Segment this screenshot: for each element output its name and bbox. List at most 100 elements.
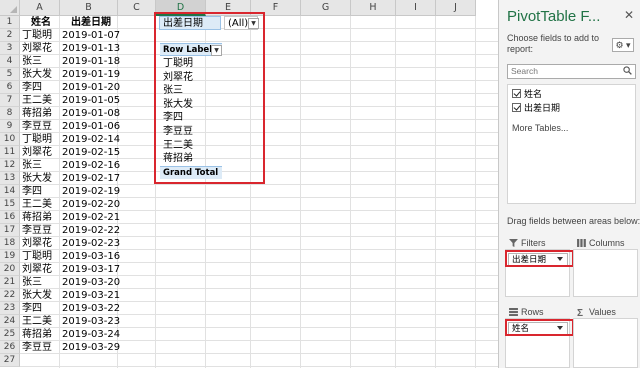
pivot-row-item[interactable]: 蒋招弟 [163,152,223,165]
cell-date[interactable]: 2019-01-07 [62,29,120,42]
cell-name[interactable]: 李四 [22,302,60,315]
cell-name[interactable]: 李豆豆 [22,120,60,133]
cell-date[interactable]: 2019-03-23 [62,315,120,328]
cell-date[interactable]: 2019-02-16 [62,159,120,172]
column-header-e[interactable]: E [206,0,251,16]
rows-chip[interactable]: 姓名 [508,322,568,335]
field-item-name[interactable]: 姓名 [512,88,542,101]
row-header-5[interactable]: 5 [0,68,20,81]
header-cell-name[interactable]: 姓名 [22,16,60,29]
cell-name[interactable]: 丁聪明 [22,133,60,146]
cell-name[interactable]: 丁聪明 [22,250,60,263]
row-header-17[interactable]: 17 [0,224,20,237]
cell-date[interactable]: 2019-03-17 [62,263,120,276]
checkbox-checked-icon[interactable] [512,103,521,112]
gear-icon[interactable]: ⚙ ▾ [612,38,634,52]
column-header-g[interactable]: G [301,0,351,16]
row-header-11[interactable]: 11 [0,146,20,159]
pivot-row-item[interactable]: 王二美 [163,139,223,152]
cell-date[interactable]: 2019-02-22 [62,224,120,237]
cell-name[interactable]: 蒋招弟 [22,211,60,224]
cell-date[interactable]: 2019-02-17 [62,172,120,185]
cell-date[interactable]: 2019-02-15 [62,146,120,159]
row-header-2[interactable]: 2 [0,29,20,42]
row-header-12[interactable]: 12 [0,159,20,172]
cell-name[interactable]: 蒋招弟 [22,107,60,120]
row-header-3[interactable]: 3 [0,42,20,55]
row-header-23[interactable]: 23 [0,302,20,315]
row-header-13[interactable]: 13 [0,172,20,185]
column-header-b[interactable]: B [60,0,118,16]
cell-date[interactable]: 2019-01-18 [62,55,120,68]
cell-date[interactable]: 2019-01-06 [62,120,120,133]
column-header-a[interactable]: A [20,0,60,16]
row-header-20[interactable]: 20 [0,263,20,276]
values-area[interactable] [573,318,638,368]
cell-name[interactable]: 李四 [22,185,60,198]
row-header-1[interactable]: 1 [0,16,20,29]
row-header-19[interactable]: 19 [0,250,20,263]
row-header-18[interactable]: 18 [0,237,20,250]
cell-date[interactable]: 2019-02-19 [62,185,120,198]
search-input[interactable]: Search [507,64,636,79]
more-tables-link[interactable]: More Tables... [512,123,568,133]
cell-name[interactable]: 王二美 [22,315,60,328]
cell-date[interactable]: 2019-01-13 [62,42,120,55]
field-item-date[interactable]: 出差日期 [512,102,560,115]
cell-date[interactable]: 2019-03-21 [62,289,120,302]
row-header-14[interactable]: 14 [0,185,20,198]
pivot-row-item[interactable]: 刘翠花 [163,71,223,84]
cell-name[interactable]: 李豆豆 [22,341,60,354]
row-header-8[interactable]: 8 [0,107,20,120]
cell-name[interactable]: 刘翠花 [22,237,60,250]
row-labels-dropdown-icon[interactable]: ▼ [211,45,222,56]
pivot-grand-total[interactable]: Grand Total [160,166,222,179]
cell-name[interactable]: 刘翠花 [22,263,60,276]
column-header-c[interactable]: C [118,0,156,16]
cell-date[interactable]: 2019-02-20 [62,198,120,211]
filter-dropdown-icon[interactable]: ▼ [248,18,259,29]
row-header-6[interactable]: 6 [0,81,20,94]
cell-date[interactable]: 2019-01-08 [62,107,120,120]
cell-name[interactable]: 张大发 [22,172,60,185]
column-header-i[interactable]: I [396,0,436,16]
cell-name[interactable]: 蒋招弟 [22,328,60,341]
pivot-filter-value[interactable]: (All) ▼ [224,16,259,30]
cell-name[interactable]: 刘翠花 [22,146,60,159]
select-all-corner[interactable] [0,0,20,16]
cell-date[interactable]: 2019-02-21 [62,211,120,224]
row-header-15[interactable]: 15 [0,198,20,211]
pivot-row-item[interactable]: 李豆豆 [163,125,223,138]
chevron-down-icon[interactable] [557,257,563,261]
checkbox-checked-icon[interactable] [512,89,521,98]
cell-name[interactable]: 张三 [22,55,60,68]
column-header-h[interactable]: H [351,0,396,16]
column-header-d[interactable]: D [156,0,206,16]
pivot-row-item[interactable]: 张三 [163,84,223,97]
filters-chip[interactable]: 出差日期 [508,253,568,266]
cell-date[interactable]: 2019-01-19 [62,68,120,81]
cell-date[interactable]: 2019-02-14 [62,133,120,146]
cell-date[interactable]: 2019-03-16 [62,250,120,263]
close-icon[interactable]: ✕ [624,8,634,22]
cell-date[interactable]: 2019-02-23 [62,237,120,250]
cell-name[interactable]: 张大发 [22,68,60,81]
row-header-27[interactable]: 27 [0,354,20,367]
cell-date[interactable]: 2019-03-20 [62,276,120,289]
chevron-down-icon[interactable] [557,326,563,330]
row-header-21[interactable]: 21 [0,276,20,289]
cell-date[interactable]: 2019-01-20 [62,81,120,94]
column-header-f[interactable]: F [251,0,301,16]
cell-name[interactable]: 张大发 [22,289,60,302]
cell-name[interactable]: 丁聪明 [22,29,60,42]
cell-date[interactable]: 2019-03-22 [62,302,120,315]
row-header-22[interactable]: 22 [0,289,20,302]
row-header-9[interactable]: 9 [0,120,20,133]
cell-date[interactable]: 2019-03-29 [62,341,120,354]
cell-date[interactable]: 2019-03-24 [62,328,120,341]
pivot-row-item[interactable]: 李四 [163,111,223,124]
cell-name[interactable]: 刘翠花 [22,42,60,55]
pivot-row-labels-header[interactable]: Row Labels ▼ [160,43,222,56]
row-header-24[interactable]: 24 [0,315,20,328]
row-header-25[interactable]: 25 [0,328,20,341]
